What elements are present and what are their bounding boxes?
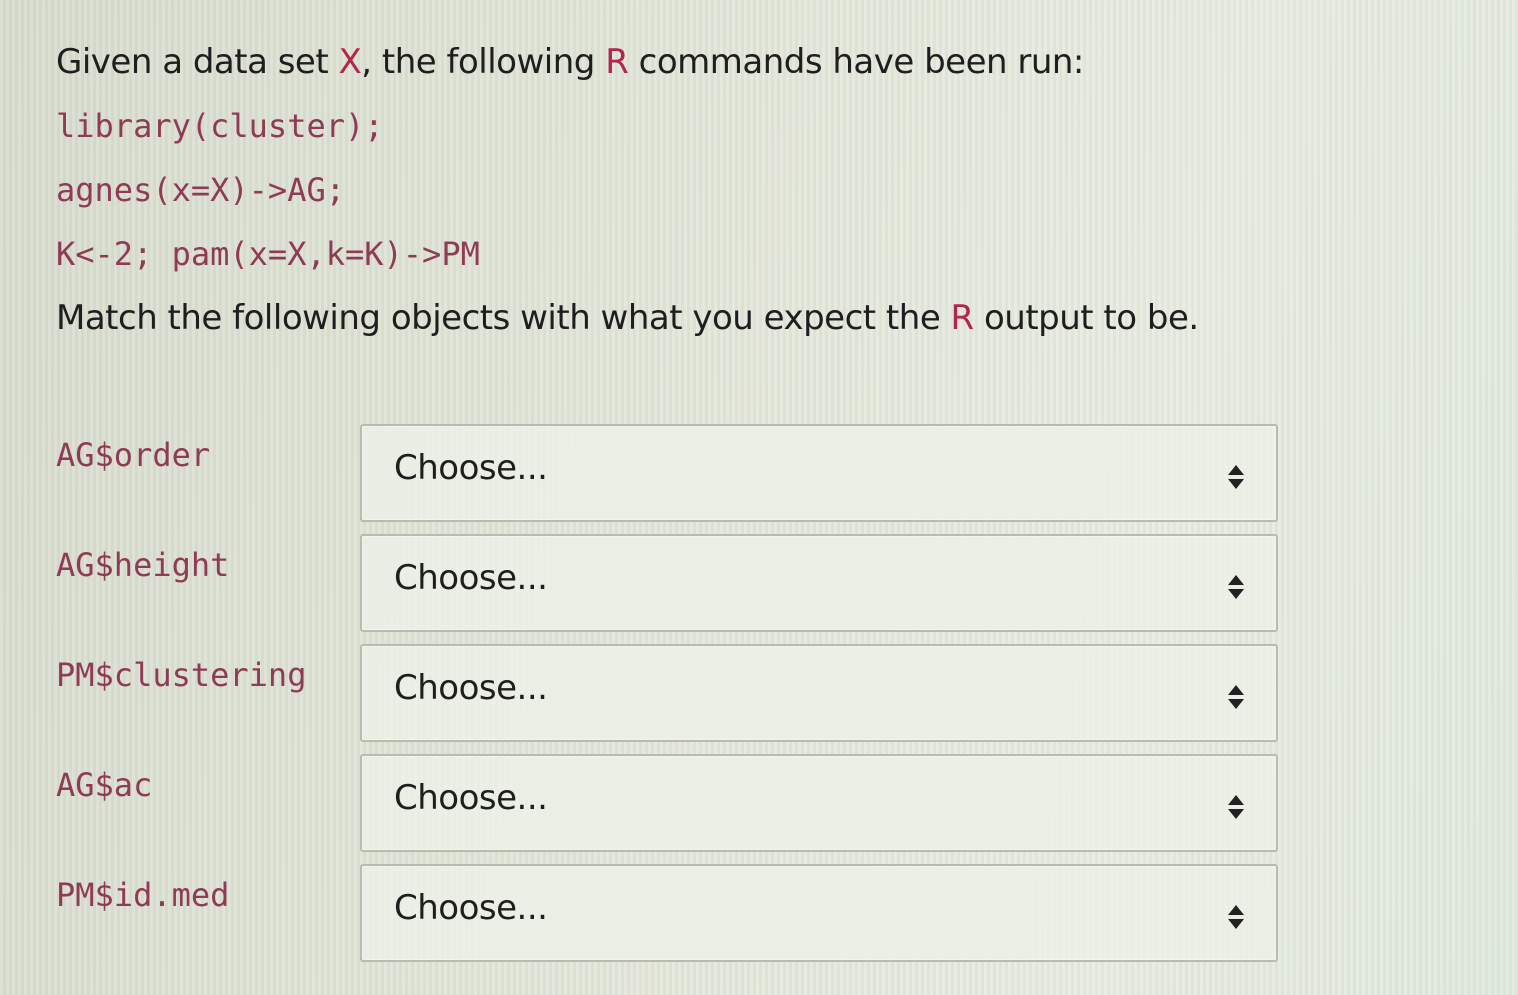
select-value: Choose... [394,888,548,928]
r-language-term: R [950,298,975,338]
up-down-caret-icon [1228,685,1244,709]
intro-sentence: Given a data set X, the following R comm… [56,30,1476,94]
match-text-2: output to be. [973,298,1199,338]
up-down-caret-icon [1228,575,1244,599]
matching-rows: AG$order Choose... AG$height Choose... P… [56,420,1286,970]
intro-text-3: commands have been run: [628,42,1085,82]
up-down-caret-icon [1228,795,1244,819]
match-row: AG$order Choose... [56,420,1286,530]
match-row: PM$id.med Choose... [56,860,1286,970]
match-row: AG$ac Choose... [56,750,1286,860]
dataset-x-term: X [338,42,362,82]
match-text-1: Match the following objects with what yo… [56,298,951,338]
r-language-term: R [605,42,629,82]
match-row: PM$clustering Choose... [56,640,1286,750]
object-label: AG$height [56,546,230,584]
answer-select[interactable]: Choose... [360,424,1278,522]
answer-select[interactable]: Choose... [360,534,1278,632]
object-label: AG$order [56,436,211,474]
up-down-caret-icon [1228,465,1244,489]
match-row: AG$height Choose... [56,530,1286,640]
intro-text-1: Given a data set [56,42,339,82]
question-text: Given a data set X, the following R comm… [56,30,1476,350]
select-value: Choose... [394,668,548,708]
answer-select[interactable]: Choose... [360,864,1278,962]
object-label: AG$ac [56,766,153,804]
answer-select[interactable]: Choose... [360,754,1278,852]
object-label: PM$id.med [56,876,230,914]
intro-text-2: , the following [361,42,606,82]
object-label: PM$clustering [56,656,307,694]
select-value: Choose... [394,448,548,488]
select-value: Choose... [394,558,548,598]
answer-select[interactable]: Choose... [360,644,1278,742]
select-value: Choose... [394,778,548,818]
up-down-caret-icon [1228,905,1244,929]
match-instruction: Match the following objects with what yo… [56,286,1476,350]
code-line-agnes: agnes(x=X)->AG; [56,171,345,209]
code-line-library: library(cluster); [56,107,384,145]
code-line-pam: K<-2; pam(x=X,k=K)->PM [56,235,480,273]
